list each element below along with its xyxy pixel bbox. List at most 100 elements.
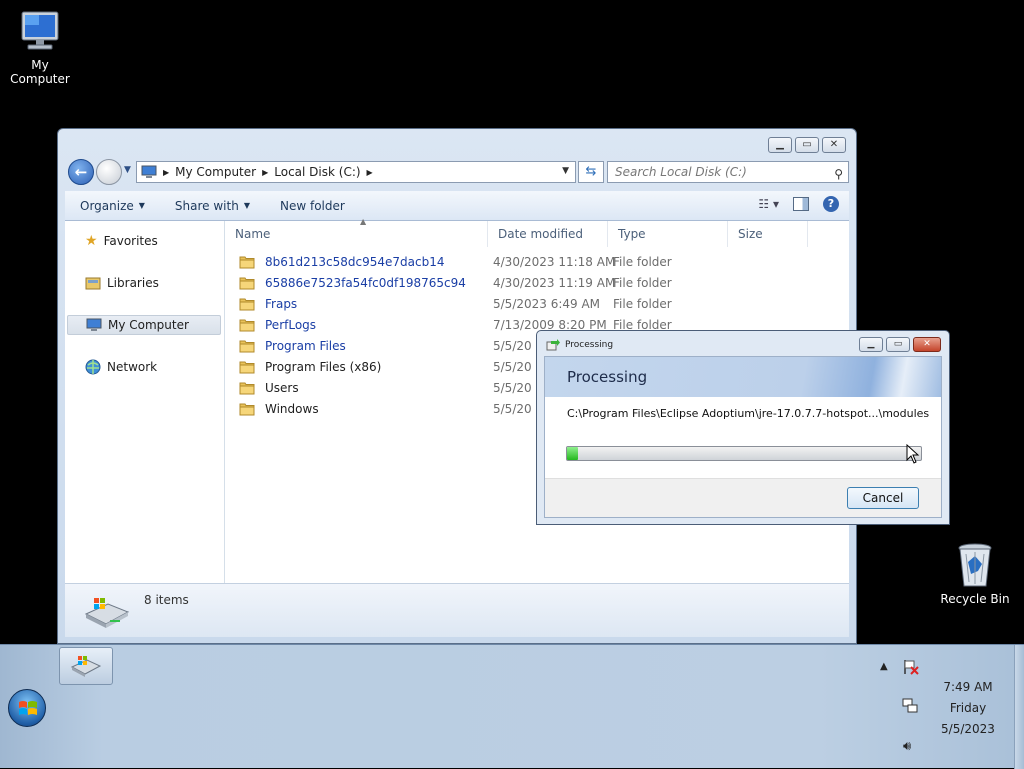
- recent-pages-dropdown[interactable]: ▼: [124, 165, 131, 175]
- nav-label: My Computer: [108, 318, 189, 332]
- search-input[interactable]: Search Local Disk (C:) ⚲: [607, 161, 849, 183]
- nav-label: Network: [107, 360, 158, 374]
- back-button[interactable]: ←: [68, 159, 94, 185]
- file-date-modified: 4/30/2023 11:19 AM: [493, 276, 616, 290]
- computer-icon: [21, 11, 59, 50]
- dialog-title: Processing: [565, 340, 614, 350]
- clock-time: 7:49 AM: [943, 680, 993, 694]
- new-folder-button[interactable]: New folder: [265, 199, 360, 213]
- file-name: Program Files: [265, 339, 346, 353]
- refresh-button[interactable]: ⇆: [578, 161, 604, 183]
- dialog-body: Processing C:\Program Files\Eclipse Adop…: [544, 356, 942, 518]
- close-button[interactable]: ✕: [822, 137, 846, 153]
- share-with-button[interactable]: Share with ▼: [160, 199, 265, 213]
- breadcrumb-my-computer[interactable]: My Computer: [175, 165, 256, 179]
- dialog-minimize-button[interactable]: ▁: [859, 337, 883, 352]
- refresh-icon: ⇆: [585, 164, 597, 179]
- system-clock[interactable]: 7:49 AM Friday 5/5/2023: [930, 677, 1006, 740]
- clock-day: Friday: [949, 701, 987, 715]
- dialog-heading: Processing: [567, 368, 648, 386]
- file-name: Program Files (x86): [265, 360, 382, 374]
- show-hidden-icons-icon[interactable]: ▲: [880, 661, 888, 672]
- start-button[interactable]: [8, 689, 46, 727]
- network-status-icon[interactable]: [902, 698, 918, 714]
- file-name: 8b61d213c58dc954e7dacb14: [265, 255, 445, 269]
- nav-label: Libraries: [107, 276, 159, 290]
- minimize-button[interactable]: ▁: [768, 137, 792, 153]
- file-date-modified: 5/5/2023 6:49 AM: [493, 297, 601, 311]
- desktop-icon-label: Recycle Bin: [940, 592, 1010, 606]
- progress-bar: [566, 446, 922, 461]
- desktop-icon-label: My Computer: [10, 58, 70, 86]
- view-controls: ☷ ▾ ?: [758, 196, 839, 212]
- desktop-icon-recycle-bin[interactable]: Recycle Bin: [935, 540, 1015, 606]
- column-header-date-modified[interactable]: Date modified: [488, 221, 608, 247]
- file-name: Windows: [265, 402, 319, 416]
- column-header-name[interactable]: Name: [225, 221, 488, 247]
- file-name: 65886e7523fa54fc0df198765c94: [265, 276, 466, 290]
- drive-icon: [84, 598, 130, 628]
- breadcrumb-separator-icon: ▶: [366, 167, 373, 177]
- libraries-icon: [85, 277, 101, 290]
- star-icon: ★: [85, 233, 98, 249]
- clock-date: 5/5/2023: [941, 722, 995, 736]
- progress-fill: [567, 447, 578, 460]
- chevron-down-icon: ▼: [243, 201, 250, 210]
- new-folder-label: New folder: [279, 198, 345, 213]
- table-row[interactable]: 8b61d213c58dc954e7dacb14 4/30/2023 11:18 …: [235, 252, 845, 273]
- dialog-maximize-button[interactable]: ▭: [886, 337, 910, 352]
- folder-icon: [239, 319, 255, 332]
- nav-item-my-computer[interactable]: My Computer: [67, 315, 221, 335]
- volume-icon[interactable]: 🔊︎: [903, 739, 911, 754]
- file-date-modified: 5/5/20: [493, 339, 532, 353]
- search-icon[interactable]: ⚲: [834, 164, 843, 184]
- copy-progress-icon: [546, 339, 560, 351]
- window-controls: ▁ ▭ ✕: [768, 137, 846, 153]
- organize-button[interactable]: Organize ▼: [65, 199, 160, 213]
- file-type: File folder: [613, 297, 672, 311]
- file-date-modified: 5/5/20: [493, 402, 532, 416]
- folder-icon: [239, 277, 255, 290]
- taskbar: ▲ 🔊︎ 7:49 AM Friday 5/5/2023: [0, 644, 1024, 769]
- breadcrumb-local-disk[interactable]: Local Disk (C:): [274, 165, 360, 179]
- chevron-down-icon: ▼: [138, 201, 145, 210]
- action-center-flag-icon[interactable]: [903, 659, 919, 675]
- table-row[interactable]: 65886e7523fa54fc0df198765c94 4/30/2023 11…: [235, 273, 845, 294]
- nav-item-network[interactable]: Network: [67, 357, 221, 377]
- file-name: PerfLogs: [265, 318, 317, 332]
- column-header-type[interactable]: Type: [608, 221, 728, 247]
- dialog-footer: Cancel: [545, 478, 941, 517]
- forward-button[interactable]: [96, 159, 122, 185]
- computer-small-icon: [86, 318, 102, 331]
- nav-item-favorites[interactable]: ★ Favorites: [67, 231, 221, 251]
- navigation-row: ← ▼ ▶ My Computer ▶ Local Disk (C:) ▶ ▼ …: [66, 159, 850, 187]
- back-arrow-icon: ←: [74, 163, 88, 181]
- address-dropdown-icon[interactable]: ▼: [562, 166, 569, 176]
- nav-item-libraries[interactable]: Libraries: [67, 273, 221, 293]
- current-path: C:\Program Files\Eclipse Adoptium\jre-17…: [567, 407, 930, 420]
- view-options-icon[interactable]: ☷ ▾: [758, 197, 779, 211]
- command-bar: Organize ▼ Share with ▼ New folder ☷ ▾ ?: [65, 191, 849, 221]
- file-name: Users: [265, 381, 299, 395]
- folder-icon: [239, 256, 255, 269]
- network-icon: [85, 359, 101, 375]
- maximize-button[interactable]: ▭: [795, 137, 819, 153]
- show-desktop-button[interactable]: [1014, 645, 1024, 769]
- navigation-pane: ★ Favorites Libraries My Computer Networ…: [65, 221, 225, 583]
- address-bar[interactable]: ▶ My Computer ▶ Local Disk (C:) ▶ ▼: [136, 161, 576, 183]
- file-name: Fraps: [265, 297, 298, 311]
- folder-icon: [239, 382, 255, 395]
- table-row[interactable]: Fraps 5/5/2023 6:49 AM File folder: [235, 294, 845, 315]
- file-type: File folder: [613, 255, 672, 269]
- drive-icon: [70, 656, 102, 677]
- folder-icon: [239, 298, 255, 311]
- help-icon[interactable]: ?: [823, 196, 839, 212]
- preview-pane-icon[interactable]: [793, 197, 809, 211]
- dialog-close-button[interactable]: ✕: [913, 337, 941, 352]
- folder-icon: [239, 403, 255, 416]
- taskbar-explorer-button[interactable]: [59, 647, 113, 685]
- desktop-icon-my-computer[interactable]: My Computer: [0, 8, 80, 86]
- column-header-size[interactable]: Size: [728, 221, 808, 247]
- cancel-button[interactable]: Cancel: [847, 487, 919, 509]
- dialog-banner: Processing: [545, 357, 941, 397]
